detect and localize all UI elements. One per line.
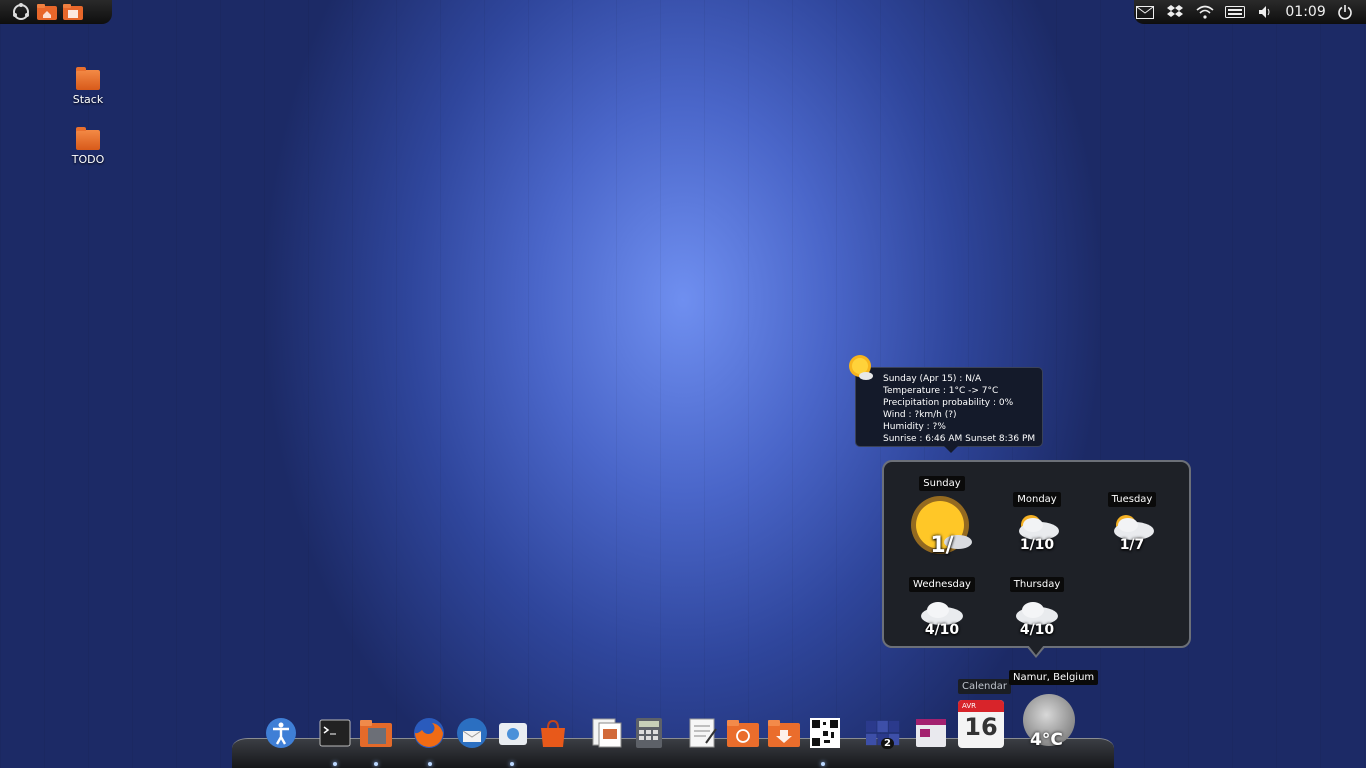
- weather-location-label: Namur, Belgium: [1009, 670, 1099, 685]
- calculator-icon[interactable]: [632, 716, 666, 750]
- day-label: Sunday: [919, 476, 965, 491]
- files-icon[interactable]: [62, 3, 84, 21]
- backup-folder-icon[interactable]: [726, 716, 760, 750]
- terminal-icon[interactable]: [318, 716, 352, 750]
- day-label: Monday: [1013, 492, 1061, 507]
- qr-icon[interactable]: [808, 716, 842, 750]
- calendar-icon[interactable]: AVR 16: [958, 700, 1004, 748]
- clock[interactable]: 01:09: [1285, 4, 1325, 20]
- home-folder-icon[interactable]: [36, 3, 58, 21]
- weather-day-monday[interactable]: Monday 1/10: [992, 487, 1082, 553]
- folder-stack-icon[interactable]: [359, 716, 393, 750]
- mail-icon[interactable]: [1134, 3, 1155, 21]
- day-temp: 1/10: [1019, 537, 1055, 553]
- top-left-panel: [0, 0, 112, 24]
- desktop-icon-label: TODO: [71, 153, 105, 166]
- tooltip-line: Wind : ?km/h (?): [883, 410, 957, 420]
- tooltip-line: Sunrise : 6:46 AM Sunset 8:36 PM: [883, 434, 1036, 444]
- software-center-icon[interactable]: [536, 716, 570, 750]
- tooltip-line: Sunday (Apr 15) : N/A: [883, 374, 982, 384]
- tooltip-line: Humidity : ?%: [883, 422, 946, 432]
- wifi-icon[interactable]: [1195, 3, 1216, 21]
- running-indicator: [374, 762, 378, 766]
- calendar-day: 16: [964, 713, 998, 741]
- folder-icon: [76, 127, 100, 150]
- day-temp: 1/7: [1119, 537, 1145, 553]
- desktop-icon-todo[interactable]: TODO: [58, 127, 118, 166]
- weather-day-thursday[interactable]: Thursday 4/10: [992, 572, 1082, 638]
- day-label: Tuesday: [1107, 492, 1157, 507]
- sun-cloud-icon: [849, 355, 873, 380]
- calendar-label: Calendar: [958, 679, 1011, 694]
- day-label: Thursday: [1009, 577, 1065, 592]
- current-temp: 4°C: [1030, 730, 1063, 750]
- running-indicator: [510, 762, 514, 766]
- weather-day-wednesday[interactable]: Wednesday 4/10: [897, 572, 987, 638]
- power-icon[interactable]: [1335, 3, 1356, 21]
- screenshot-icon[interactable]: [496, 716, 530, 750]
- folder-icon: [76, 67, 100, 90]
- weather-day-tuesday[interactable]: Tuesday 1/7: [1087, 487, 1177, 553]
- running-indicator: [821, 762, 825, 766]
- window-icon[interactable]: [914, 716, 948, 750]
- documents-icon[interactable]: [590, 716, 624, 750]
- dropbox-icon[interactable]: [1164, 3, 1185, 21]
- day-temp: 4/10: [1019, 622, 1055, 638]
- weather-panel-arrow-inner: [1028, 645, 1044, 655]
- day-temp: 1/: [930, 533, 954, 558]
- calendar-month: AVR: [958, 700, 1004, 712]
- text-editor-icon[interactable]: [686, 716, 720, 750]
- workspace-number: 2: [881, 738, 894, 749]
- ubuntu-menu-icon[interactable]: [10, 3, 32, 21]
- keyboard-icon[interactable]: [1225, 3, 1246, 21]
- weather-tooltip: Sunday (Apr 15) : N/A Temperature : 1°C …: [855, 367, 1043, 453]
- tooltip-line: Precipitation probability : 0%: [883, 398, 1014, 408]
- desktop-icon-label: Stack: [72, 93, 104, 106]
- tooltip-arrow: [944, 446, 958, 453]
- downloads-folder-icon[interactable]: [767, 716, 801, 750]
- running-indicator: [428, 762, 432, 766]
- thunderbird-icon[interactable]: [455, 716, 489, 750]
- top-right-panel: 01:09: [1134, 0, 1366, 24]
- accessibility-icon[interactable]: [264, 716, 298, 750]
- tooltip-line: Temperature : 1°C -> 7°C: [883, 386, 999, 396]
- weather-day-sunday[interactable]: Sunday 1/: [897, 471, 987, 558]
- firefox-icon[interactable]: [412, 716, 446, 750]
- running-indicator: [333, 762, 337, 766]
- day-temp: 4/10: [924, 622, 960, 638]
- day-label: Wednesday: [909, 577, 975, 592]
- desktop-icon-stack[interactable]: Stack: [58, 67, 118, 106]
- volume-icon[interactable]: [1255, 3, 1276, 21]
